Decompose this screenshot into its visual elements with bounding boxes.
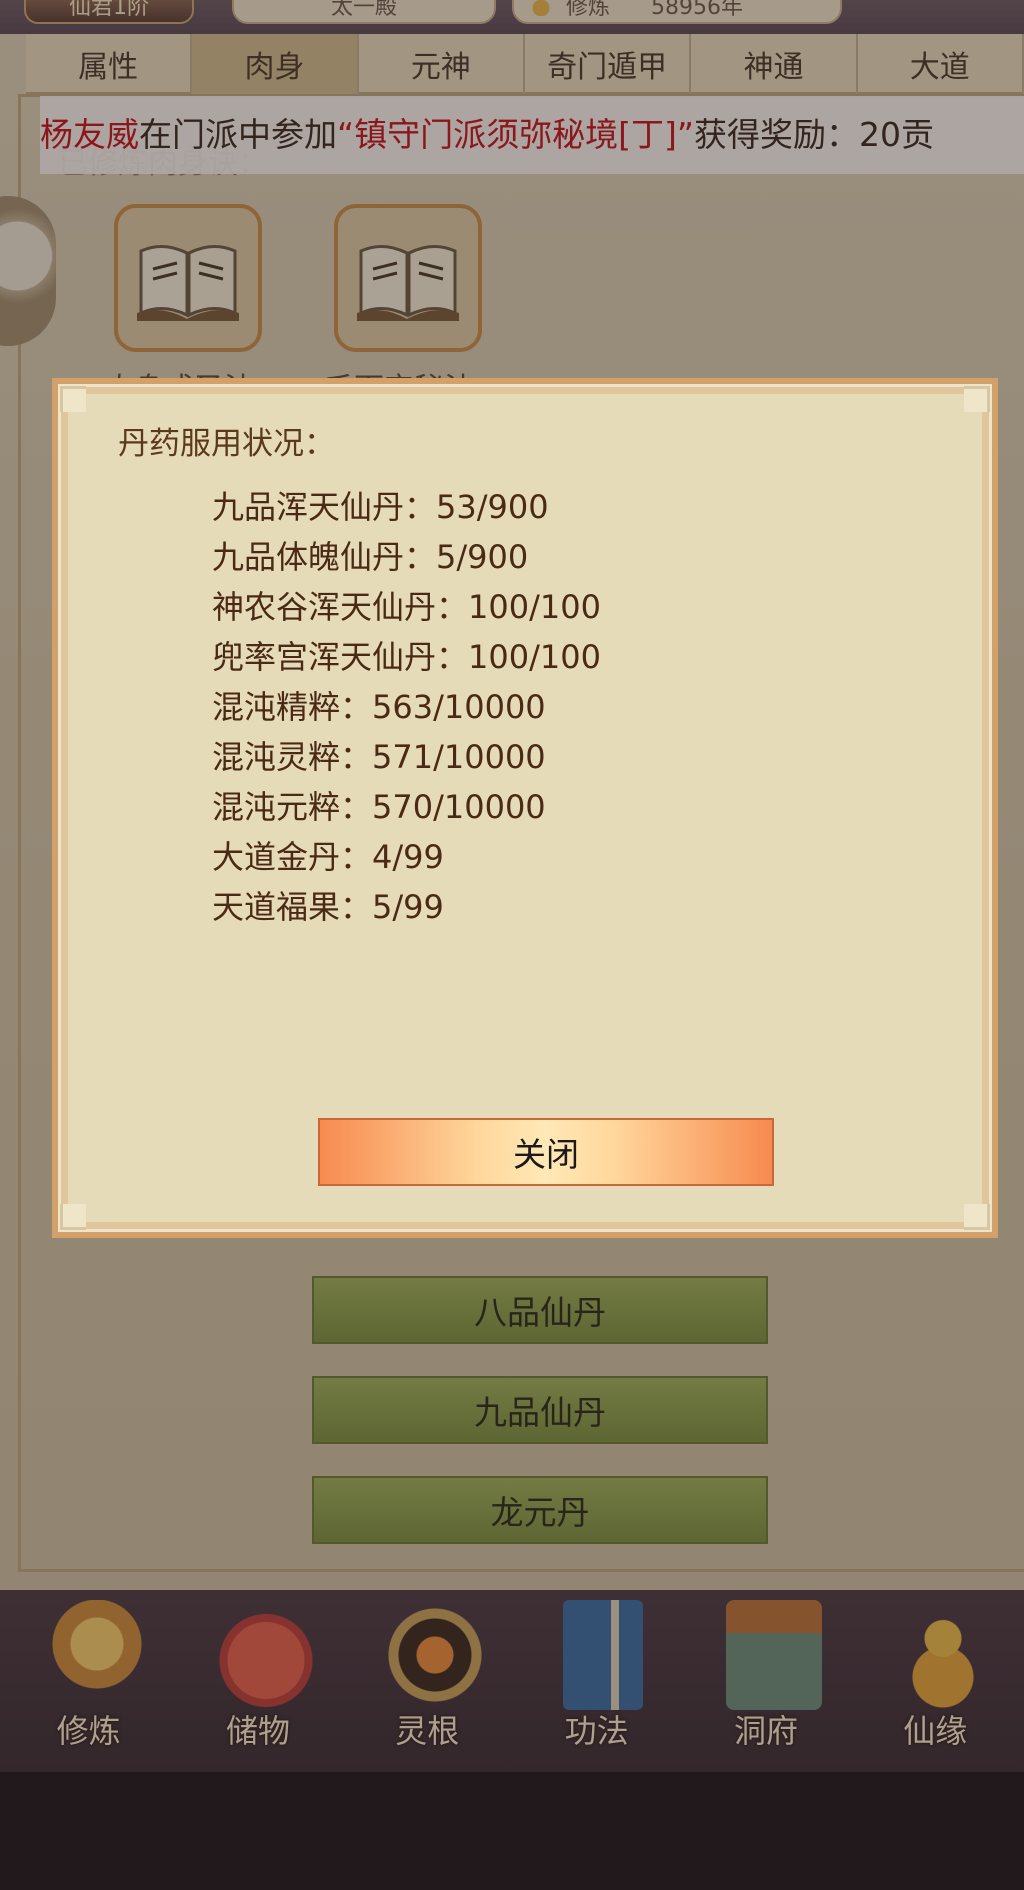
pill-usage-row: 混沌元粹：570/10000 bbox=[212, 788, 546, 826]
pill-usage-row: 神农谷浑天仙丹：100/100 bbox=[212, 588, 601, 626]
pill-usage-row: 混沌灵粹：571/10000 bbox=[212, 738, 546, 776]
pill-usage-row: 九品体魄仙丹：5/900 bbox=[212, 538, 529, 576]
pill-usage-row: 天道福果：5/99 bbox=[212, 888, 444, 926]
corner-ornament bbox=[60, 386, 86, 412]
dialog-title: 丹药服用状况： bbox=[118, 426, 335, 462]
corner-ornament bbox=[964, 1204, 990, 1230]
corner-ornament bbox=[60, 1204, 86, 1230]
pill-usage-list: 九品浑天仙丹：53/900 九品体魄仙丹：5/900 神农谷浑天仙丹：100/1… bbox=[212, 482, 912, 932]
close-button[interactable]: 关闭 bbox=[318, 1118, 774, 1186]
pill-usage-row: 兜率宫浑天仙丹：100/100 bbox=[212, 638, 601, 676]
corner-ornament bbox=[964, 386, 990, 412]
pill-usage-row: 混沌精粹：563/10000 bbox=[212, 688, 546, 726]
pill-usage-row: 大道金丹：4/99 bbox=[212, 838, 444, 876]
pill-usage-row: 九品浑天仙丹：53/900 bbox=[212, 488, 549, 526]
pill-status-dialog: 丹药服用状况： 九品浑天仙丹：53/900 九品体魄仙丹：5/900 神农谷浑天… bbox=[52, 378, 998, 1238]
